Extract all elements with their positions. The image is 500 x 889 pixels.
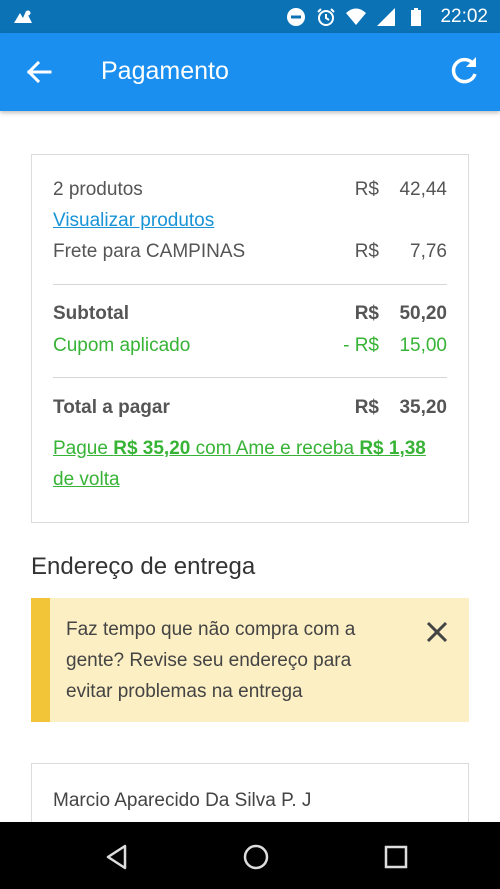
- close-icon[interactable]: [425, 620, 449, 644]
- coupon-row: Cupom aplicado - R$ 15,00: [53, 335, 447, 361]
- subtotal-label: Subtotal: [53, 303, 129, 324]
- view-products-link[interactable]: Visualizar produtos: [53, 210, 214, 232]
- divider: [53, 377, 447, 378]
- ame-middle: com Ame e receba: [190, 438, 360, 459]
- shipping-label: Frete para CAMPINAS: [53, 241, 246, 262]
- total-amount: 35,20: [399, 397, 447, 418]
- shipping-row: Frete para CAMPINAS R$ 7,76: [53, 241, 447, 267]
- recipient-name: Marcio Aparecido Da Silva P. J: [53, 790, 312, 811]
- ame-suffix: de volta: [53, 469, 120, 490]
- address-warning-banner: Faz tempo que não compra com a gente? Re…: [31, 598, 469, 722]
- shipping-currency: R$: [354, 241, 379, 262]
- products-amount: 42,44: [399, 179, 447, 200]
- ame-pay-amount: R$ 35,20: [113, 438, 191, 459]
- back-nav-icon[interactable]: [104, 844, 130, 870]
- coupon-currency: - R$: [343, 335, 379, 356]
- notification-icon: [14, 10, 32, 23]
- coupon-label: Cupom aplicado: [53, 335, 191, 356]
- total-label: Total a pagar: [53, 397, 170, 418]
- products-label: 2 produtos: [53, 179, 143, 200]
- shipping-amount: 7,76: [410, 241, 447, 262]
- total-currency: R$: [354, 397, 379, 418]
- system-nav-bar: [0, 822, 500, 889]
- wifi-icon: [346, 8, 367, 25]
- subtotal-amount: 50,20: [399, 303, 447, 324]
- products-row: 2 produtos R$ 42,44: [53, 179, 447, 205]
- delivery-section-title: Endereço de entrega: [31, 553, 256, 580]
- status-bar: 22:02: [0, 0, 500, 33]
- status-time: 22:02: [440, 5, 488, 27]
- signal-icon: [377, 7, 396, 26]
- refresh-icon[interactable]: [446, 53, 482, 89]
- app-bar: Pagamento: [0, 33, 500, 111]
- view-products-row: Visualizar produtos: [53, 210, 447, 236]
- alarm-icon: [317, 7, 336, 26]
- coupon-amount: 15,00: [399, 335, 447, 356]
- total-row: Total a pagar R$ 35,20: [53, 397, 447, 423]
- ame-prefix: Pague: [53, 438, 114, 459]
- ame-cashback-amount: R$ 1,38: [359, 438, 426, 459]
- ame-cashback-link[interactable]: Pague R$ 35,20 com Ame e receba R$ 1,38 …: [53, 433, 433, 495]
- home-nav-icon[interactable]: [243, 844, 269, 870]
- divider: [53, 284, 447, 285]
- subtotal-currency: R$: [354, 303, 379, 324]
- recents-nav-icon[interactable]: [383, 844, 409, 870]
- warning-accent-bar: [31, 598, 50, 722]
- subtotal-row: Subtotal R$ 50,20: [53, 303, 447, 329]
- order-summary-card: 2 produtos R$ 42,44 Visualizar produtos …: [31, 154, 469, 523]
- do-not-disturb-icon: [287, 7, 306, 26]
- page-title: Pagamento: [101, 57, 229, 85]
- arrow-left-icon[interactable]: [22, 55, 56, 89]
- battery-icon: [411, 7, 422, 26]
- products-currency: R$: [354, 179, 379, 200]
- warning-message: Faz tempo que não compra com a gente? Re…: [66, 619, 356, 702]
